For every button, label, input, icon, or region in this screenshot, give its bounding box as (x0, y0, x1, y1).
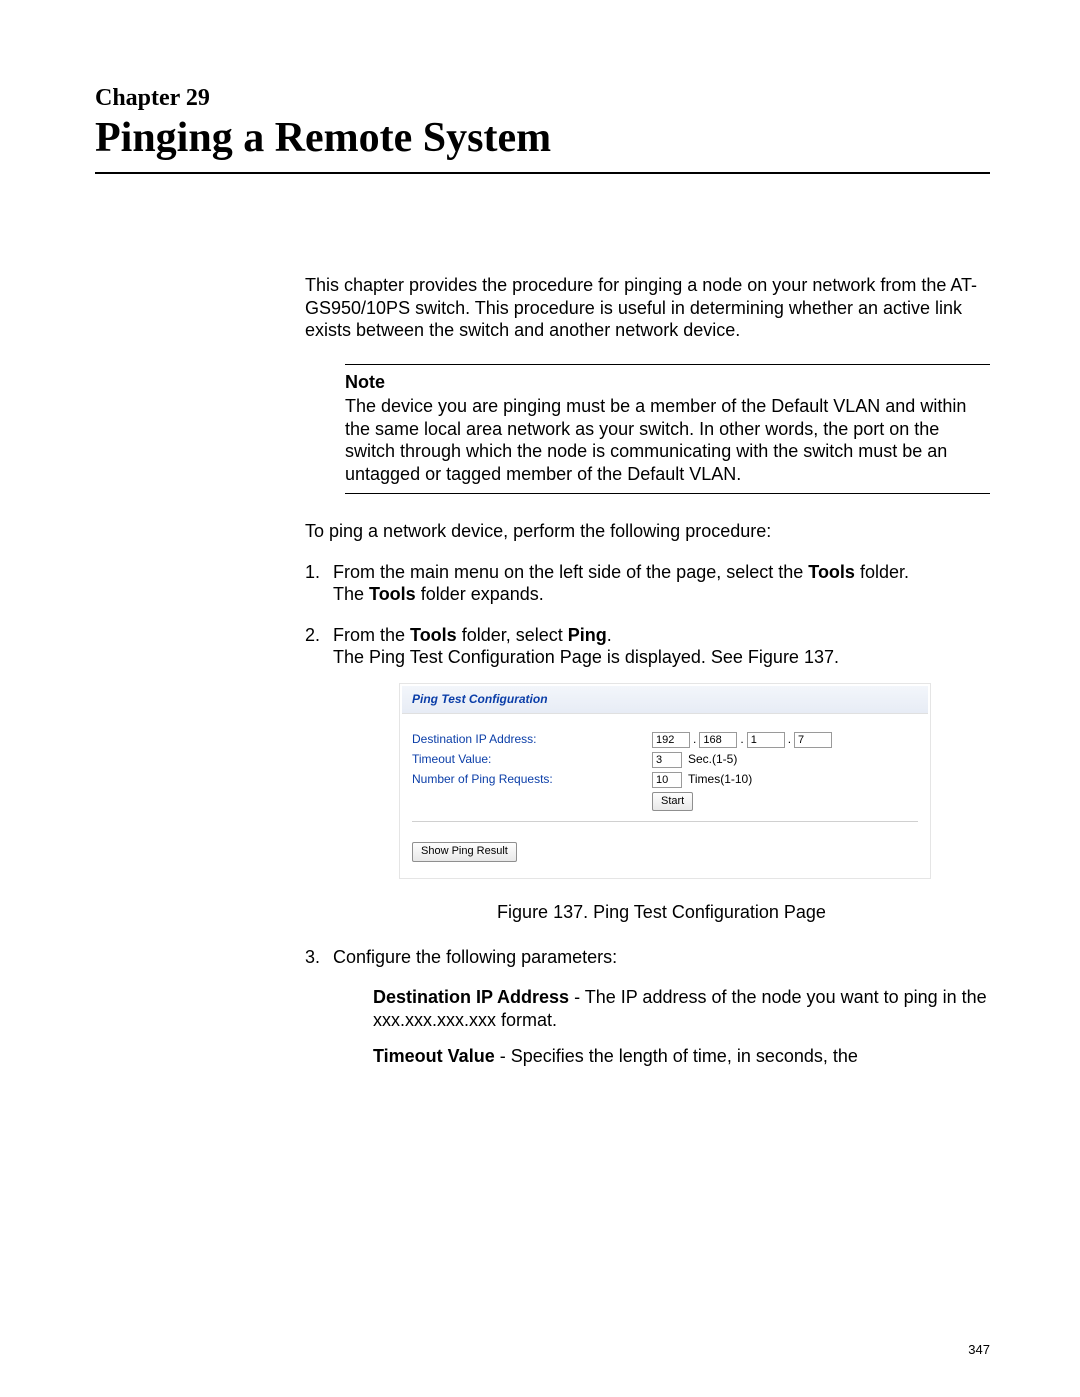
ip-dot: . (690, 732, 699, 747)
ip-octet-1[interactable] (652, 732, 690, 748)
text: From the main menu on the left side of t… (333, 562, 808, 582)
bold-tools: Tools (410, 625, 457, 645)
page-title: Pinging a Remote System (95, 114, 990, 162)
show-ping-result-button[interactable]: Show Ping Result (412, 842, 517, 862)
figure-body: Destination IP Address: . . . Timeout Va… (400, 716, 930, 843)
ip-dot: . (785, 732, 794, 747)
page: Chapter 29 Pinging a Remote System This … (0, 0, 1080, 1397)
step-2-line-2: The Ping Test Configuration Page is disp… (333, 647, 839, 667)
intro-paragraph: This chapter provides the procedure for … (305, 274, 990, 342)
steps-list: From the main menu on the left side of t… (305, 561, 990, 1068)
step-1-line-2: The Tools folder expands. (333, 584, 544, 604)
bold-tools: Tools (808, 562, 855, 582)
ping-config-figure: Ping Test Configuration Destination IP A… (399, 683, 931, 880)
param-label: Timeout Value (373, 1046, 495, 1066)
step-2-line-1: From the Tools folder, select Ping. (333, 625, 612, 645)
text: . (607, 625, 612, 645)
body-column: This chapter provides the procedure for … (305, 274, 990, 1068)
bold-tools: Tools (369, 584, 416, 604)
param-text: - Specifies the length of time, in secon… (495, 1046, 858, 1066)
step-2: From the Tools folder, select Ping. The … (305, 624, 990, 924)
requests-input[interactable] (652, 772, 682, 788)
timeout-label: Timeout Value: (412, 752, 652, 767)
procedure-lead: To ping a network device, perform the fo… (305, 520, 990, 543)
figure-caption: Figure 137. Ping Test Configuration Page (333, 901, 990, 924)
start-button[interactable]: Start (652, 792, 693, 812)
param-label: Destination IP Address (373, 987, 569, 1007)
step-1: From the main menu on the left side of t… (305, 561, 990, 606)
figure-header: Ping Test Configuration (402, 686, 928, 714)
page-number: 347 (968, 1342, 990, 1357)
ip-octet-4[interactable] (794, 732, 832, 748)
param-destination-ip: Destination IP Address - The IP address … (373, 986, 990, 1031)
step-3-lead: Configure the following parameters: (333, 946, 990, 969)
note-heading: Note (345, 371, 990, 394)
chapter-label: Chapter 29 (95, 85, 990, 112)
text: folder. (855, 562, 909, 582)
destination-ip-label: Destination IP Address: (412, 732, 652, 747)
row-timeout: Timeout Value: Sec.(1-5) (412, 752, 918, 768)
requests-label: Number of Ping Requests: (412, 772, 652, 787)
ip-octet-2[interactable] (699, 732, 737, 748)
note-body: The device you are pinging must be a mem… (345, 395, 990, 485)
text: The (333, 584, 369, 604)
row-requests: Number of Ping Requests: Times(1-10) (412, 772, 918, 788)
figure-footer: Show Ping Result (400, 842, 930, 878)
title-rule (95, 172, 990, 174)
requests-suffix: Times(1-10) (688, 772, 752, 787)
step-3: Configure the following parameters: Dest… (305, 946, 990, 1068)
ip-octet-3[interactable] (747, 732, 785, 748)
note-box: Note The device you are pinging must be … (345, 364, 990, 495)
text: From the (333, 625, 410, 645)
figure-separator (412, 821, 918, 822)
text: folder expands. (416, 584, 544, 604)
timeout-input[interactable] (652, 752, 682, 768)
row-start: Start (412, 792, 918, 812)
text: folder, select (457, 625, 568, 645)
row-destination-ip: Destination IP Address: . . . (412, 732, 918, 748)
param-timeout: Timeout Value - Specifies the length of … (373, 1045, 990, 1068)
timeout-suffix: Sec.(1-5) (688, 752, 737, 767)
ip-dot: . (737, 732, 746, 747)
bold-ping: Ping (568, 625, 607, 645)
step-1-line-1: From the main menu on the left side of t… (333, 562, 909, 582)
